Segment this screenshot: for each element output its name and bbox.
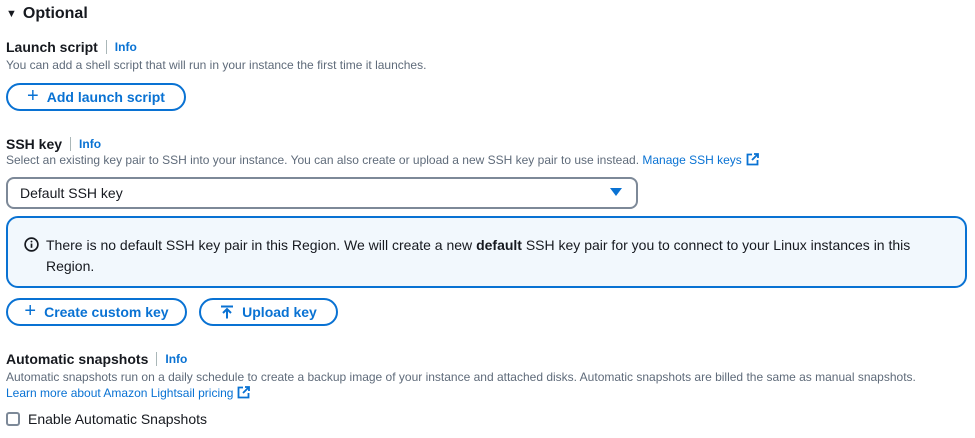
add-launch-script-label: Add launch script <box>46 89 165 105</box>
ssh-key-description-text: Select an existing key pair to SSH into … <box>6 153 640 167</box>
external-link-icon <box>238 386 251 399</box>
enable-snapshots-row[interactable]: Enable Automatic Snapshots <box>6 411 207 427</box>
upload-icon <box>221 305 234 319</box>
launch-script-description: You can add a shell script that will run… <box>6 58 427 72</box>
plus-icon: + <box>27 85 39 107</box>
pricing-link-label: Learn more about Amazon Lightsail pricin… <box>6 386 234 400</box>
ssh-key-label: SSH key <box>6 136 63 152</box>
divider <box>105 40 107 54</box>
upload-key-button[interactable]: Upload key <box>199 298 338 326</box>
upload-key-label: Upload key <box>242 304 317 320</box>
snapshots-description: Automatic snapshots run on a daily sched… <box>6 370 916 384</box>
manage-ssh-keys-label: Manage SSH keys <box>642 153 742 167</box>
add-launch-script-button[interactable]: + Add launch script <box>6 83 186 111</box>
alert-text-bold: default <box>476 237 522 253</box>
snapshots-header: Automatic snapshots Info <box>6 351 187 367</box>
caret-down-icon <box>610 188 622 196</box>
launch-script-header: Launch script Info <box>6 39 137 55</box>
create-custom-key-label: Create custom key <box>44 304 169 320</box>
ssh-key-selected-value: Default SSH key <box>20 185 123 201</box>
enable-snapshots-checkbox[interactable] <box>6 412 20 426</box>
snapshots-label: Automatic snapshots <box>6 351 149 367</box>
plus-icon: + <box>24 300 37 322</box>
external-link-icon <box>746 153 759 166</box>
optional-section-toggle[interactable]: ▼ Optional <box>6 5 88 23</box>
enable-snapshots-label: Enable Automatic Snapshots <box>28 411 208 427</box>
snapshots-info-link[interactable]: Info <box>165 352 187 366</box>
caret-down-icon: ▼ <box>6 7 17 20</box>
info-alert: There is no default SSH key pair in this… <box>6 216 967 288</box>
divider <box>70 137 72 151</box>
section-title: Optional <box>22 5 88 22</box>
divider <box>156 352 158 366</box>
ssh-key-info-link[interactable]: Info <box>79 137 101 151</box>
pricing-link[interactable]: Learn more about Amazon Lightsail pricin… <box>6 386 251 400</box>
create-custom-key-button[interactable]: + Create custom key <box>6 298 187 326</box>
ssh-key-select[interactable]: Default SSH key <box>6 177 638 209</box>
launch-script-label: Launch script <box>6 39 98 55</box>
info-circle-icon <box>24 237 39 252</box>
manage-ssh-keys-link[interactable]: Manage SSH keys <box>642 153 759 167</box>
launch-script-info-link[interactable]: Info <box>115 40 137 54</box>
ssh-key-header: SSH key Info <box>6 136 101 152</box>
alert-text-prefix: There is no default SSH key pair in this… <box>46 237 477 253</box>
ssh-key-description: Select an existing key pair to SSH into … <box>6 153 759 167</box>
